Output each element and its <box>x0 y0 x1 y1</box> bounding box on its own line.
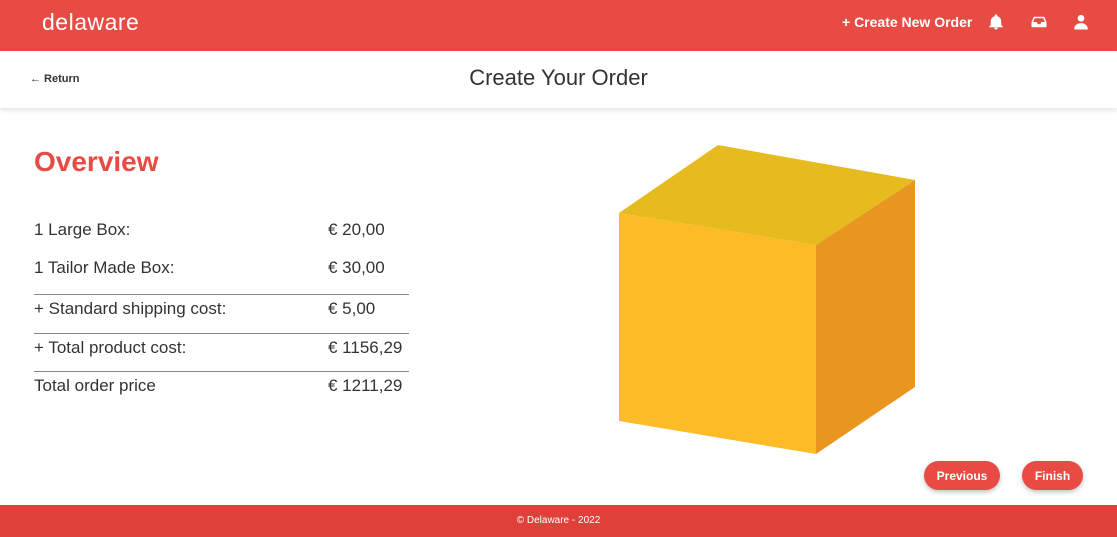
top-navbar: delaware + Create New Order <box>0 0 1117 51</box>
row-label: 1 Large Box: <box>34 220 131 239</box>
summary-row-large-box: 1 Large Box: € 20,00 <box>34 212 409 250</box>
brand-logo[interactable]: delaware <box>42 9 139 36</box>
row-label: + Total product cost: <box>34 338 187 357</box>
summary-row-product-cost: + Total product cost: € 1156,29 <box>34 333 409 371</box>
subheader: ← Return Create Your Order <box>0 51 1117 108</box>
row-value: € 20,00 <box>328 220 385 239</box>
create-new-order-link[interactable]: + Create New Order <box>842 14 972 30</box>
summary-row-tailor-made-box: 1 Tailor Made Box: € 30,00 <box>34 250 409 288</box>
user-icon[interactable] <box>1072 13 1090 31</box>
page-title: Create Your Order <box>469 65 648 90</box>
finish-button[interactable]: Finish <box>1022 461 1083 490</box>
row-label: Total order price <box>34 376 156 395</box>
previous-button[interactable]: Previous <box>924 461 1000 490</box>
summary-row-total-order-price: Total order price € 1211,29 <box>34 371 409 409</box>
footer: © Delaware - 2022 <box>0 505 1117 537</box>
row-value: € 1156,29 <box>328 338 403 357</box>
summary-row-shipping-cost: + Standard shipping cost: € 5,00 <box>34 294 409 332</box>
row-value: € 5,00 <box>328 299 376 318</box>
footer-copyright: © Delaware - 2022 <box>516 515 601 526</box>
inbox-icon[interactable] <box>1030 13 1048 31</box>
bell-icon[interactable] <box>987 13 1005 31</box>
row-label: 1 Tailor Made Box: <box>34 258 175 277</box>
row-value: € 1211,29 <box>328 376 403 395</box>
overview-title: Overview <box>34 146 159 177</box>
box-3d-preview <box>610 140 920 460</box>
box-front-face <box>619 213 816 454</box>
row-label: + Standard shipping cost: <box>34 299 227 318</box>
row-value: € 30,00 <box>328 258 385 277</box>
